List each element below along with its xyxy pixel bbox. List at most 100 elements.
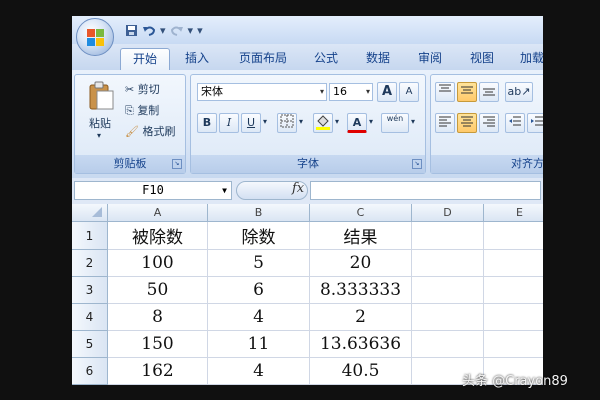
cell-e1[interactable] [484, 222, 543, 250]
cell-b3[interactable]: 6 [208, 277, 310, 304]
decrease-indent-icon [509, 116, 521, 126]
brush-icon: 🖌 [125, 125, 139, 138]
cell-e5[interactable] [484, 331, 543, 358]
tab-page-layout[interactable]: 页面布局 [230, 48, 296, 69]
decrease-indent-button[interactable] [505, 113, 525, 133]
cell-e2[interactable] [484, 250, 543, 277]
align-top-button[interactable] [435, 82, 455, 102]
align-bottom-button[interactable] [479, 82, 499, 102]
borders-button[interactable] [277, 113, 297, 133]
borders-dropdown-icon[interactable]: ▾ [299, 117, 303, 126]
undo-icon[interactable] [142, 23, 156, 37]
cell-b4[interactable]: 4 [208, 304, 310, 331]
font-color-button[interactable]: A [347, 113, 367, 133]
fill-color-dropdown-icon[interactable]: ▾ [335, 117, 339, 126]
italic-button[interactable]: I [219, 113, 239, 133]
row-header-6[interactable]: 6 [72, 358, 108, 385]
underline-dropdown-icon[interactable]: ▾ [263, 117, 267, 126]
column-header-b[interactable]: B [208, 204, 310, 222]
cell-b6[interactable]: 4 [208, 358, 310, 385]
office-button[interactable] [76, 18, 114, 56]
shrink-font-button[interactable]: A [399, 82, 419, 102]
copy-button[interactable]: ⎘ 复制 [125, 102, 159, 118]
cell-a5[interactable]: 150 [108, 331, 208, 358]
font-name-value: 宋体 [201, 85, 223, 98]
align-right-icon [483, 116, 495, 127]
tab-formulas[interactable]: 公式 [306, 48, 346, 69]
font-name-select[interactable]: 宋体 ▾ [197, 83, 327, 101]
cell-a4[interactable]: 8 [108, 304, 208, 331]
row-header-1[interactable]: 1 [72, 222, 108, 250]
cell-c4[interactable]: 2 [310, 304, 412, 331]
cut-button[interactable]: ✂ 剪切 [125, 81, 160, 97]
font-launcher-icon[interactable]: ↘ [412, 159, 422, 169]
clipboard-group-label: 剪贴板 [75, 155, 185, 173]
cell-d5[interactable] [412, 331, 484, 358]
paste-dropdown-icon[interactable]: ▾ [97, 131, 101, 140]
column-header-c[interactable]: C [310, 204, 412, 222]
column-header-d[interactable]: D [412, 204, 484, 222]
cell-c6[interactable]: 40.5 [310, 358, 412, 385]
cell-b1[interactable]: 除数 [208, 222, 310, 250]
cell-e4[interactable] [484, 304, 543, 331]
bold-button[interactable]: B [197, 113, 217, 133]
format-painter-label: 格式刷 [142, 125, 176, 138]
cell-d3[interactable] [412, 277, 484, 304]
insert-function-button[interactable]: fx [292, 181, 304, 196]
customize-qat-dropdown[interactable]: ▾ [197, 24, 203, 37]
underline-button[interactable]: U [241, 113, 261, 133]
office-logo-icon [87, 29, 105, 47]
cell-c3[interactable]: 8.333333 [310, 277, 412, 304]
cell-a6[interactable]: 162 [108, 358, 208, 385]
tab-review[interactable]: 审阅 [410, 48, 450, 69]
cell-a3[interactable]: 50 [108, 277, 208, 304]
clipboard-launcher-icon[interactable]: ↘ [172, 159, 182, 169]
cell-e3[interactable] [484, 277, 543, 304]
orientation-button[interactable]: ab↗ [505, 82, 533, 102]
cell-d4[interactable] [412, 304, 484, 331]
tab-insert[interactable]: 插入 [176, 48, 218, 69]
phonetic-dropdown-icon[interactable]: ▾ [411, 117, 415, 126]
font-color-dropdown-icon[interactable]: ▾ [369, 117, 373, 126]
align-center-icon [461, 116, 473, 127]
align-left-button[interactable] [435, 113, 455, 133]
column-header-e[interactable]: E [484, 204, 543, 222]
paste-button[interactable]: 粘贴 [89, 115, 111, 131]
format-painter-button[interactable]: 🖌 格式刷 [125, 123, 175, 139]
cell-b2[interactable]: 5 [208, 250, 310, 277]
align-right-button[interactable] [479, 113, 499, 133]
column-header-a[interactable]: A [108, 204, 208, 222]
increase-indent-button[interactable] [527, 113, 543, 133]
cell-d2[interactable] [412, 250, 484, 277]
grow-font-button[interactable]: A [377, 82, 397, 102]
cell-d1[interactable] [412, 222, 484, 250]
undo-dropdown[interactable]: ▾ [160, 24, 166, 37]
row-header-2[interactable]: 2 [72, 250, 108, 277]
fill-color-button[interactable] [313, 113, 333, 133]
cell-c5[interactable]: 13.63636 [310, 331, 412, 358]
cell-b5[interactable]: 11 [208, 331, 310, 358]
redo-dropdown[interactable]: ▾ [188, 24, 194, 37]
cell-c2[interactable]: 20 [310, 250, 412, 277]
font-size-select[interactable]: 16 ▾ [329, 83, 373, 101]
tab-data[interactable]: 数据 [358, 48, 398, 69]
tab-home[interactable]: 开始 [120, 48, 170, 70]
cell-c1[interactable]: 结果 [310, 222, 412, 250]
cell-a1[interactable]: 被除数 [108, 222, 208, 250]
name-box[interactable]: F10 ▼ [74, 181, 232, 200]
save-icon[interactable] [124, 23, 138, 37]
row-header-5[interactable]: 5 [72, 331, 108, 358]
chevron-down-icon: ▾ [365, 87, 370, 96]
formula-input[interactable] [310, 181, 541, 200]
select-all-button[interactable] [72, 204, 108, 222]
cell-a2[interactable]: 100 [108, 250, 208, 277]
paste-icon[interactable] [85, 81, 115, 111]
redo-icon[interactable] [170, 23, 184, 37]
align-middle-button[interactable] [457, 82, 477, 102]
tab-view[interactable]: 视图 [462, 48, 502, 69]
align-center-button[interactable] [457, 113, 477, 133]
tab-add-ins[interactable]: 加载 [512, 48, 543, 69]
row-header-3[interactable]: 3 [72, 277, 108, 304]
phonetic-guide-button[interactable]: wén [381, 113, 409, 133]
row-header-4[interactable]: 4 [72, 304, 108, 331]
